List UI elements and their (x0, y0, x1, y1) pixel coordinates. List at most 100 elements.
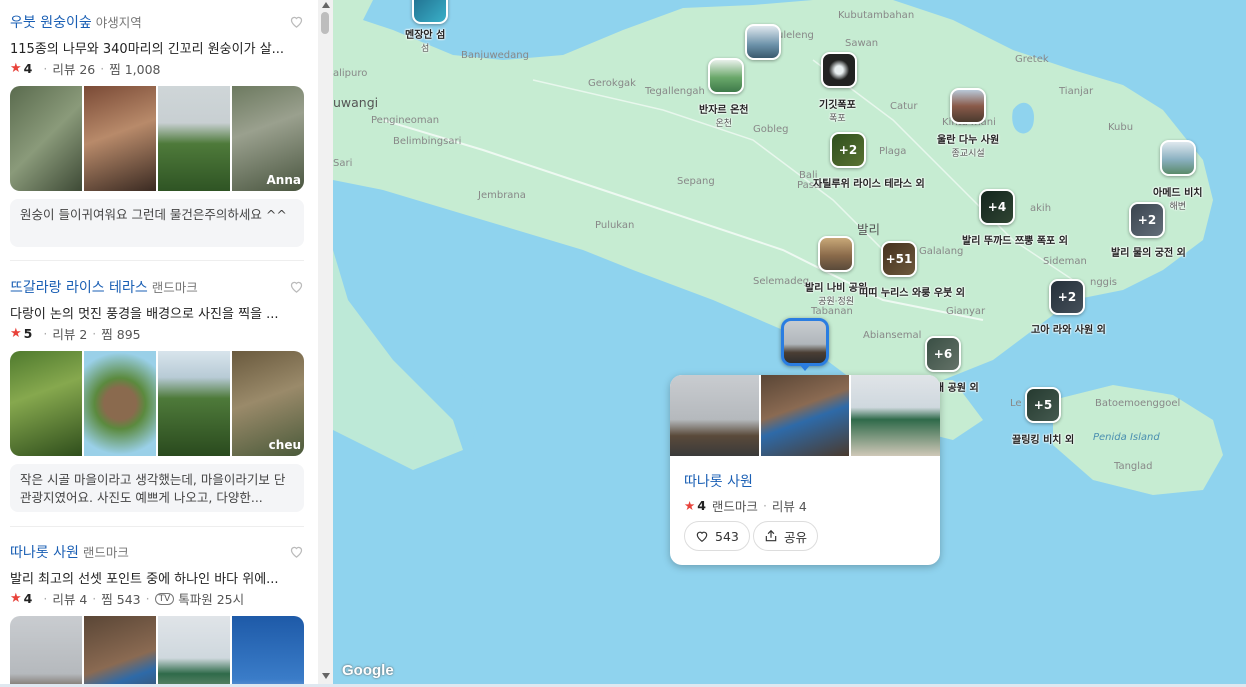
star-icon: ★ (684, 498, 696, 513)
place-card[interactable]: 뜨갈라랑 라이스 테라스 랜드마크 다랑이 논의 멋진 풍경을 배경으로 사진을 … (0, 265, 318, 525)
map-pin[interactable] (708, 58, 744, 94)
star-icon: ★ (10, 591, 22, 606)
place-description: 115종의 나무와 340마리의 긴꼬리 원숭이가 살... (10, 42, 285, 57)
map-label: Selemadeg (753, 276, 810, 287)
place-popup[interactable]: 따나롯 사원 ★ 4 랜드마크 · 리뷰 4 543 공유 (670, 375, 940, 565)
pin-label: 반자르 온천 온천 (699, 105, 749, 129)
divider (10, 526, 304, 527)
map-label: Pulukan (595, 220, 635, 231)
like-count: 543 (715, 528, 739, 544)
cluster-count: +2 (1051, 281, 1083, 313)
like-button[interactable]: 543 (684, 521, 750, 551)
photo-thumb[interactable] (851, 375, 940, 456)
map-pin[interactable] (821, 52, 857, 88)
save-count: 찜 895 (101, 327, 141, 342)
scrollbar[interactable] (318, 0, 333, 687)
map-pin[interactable] (818, 236, 854, 272)
review-snippet[interactable]: 작은 시골 마을이라고 생각했는데, 마을이라기보 단 관광지였어요. 사진도 … (10, 464, 304, 512)
popup-meta: ★ 4 랜드마크 · 리뷰 4 (684, 498, 807, 514)
place-card[interactable]: 우붓 원숭이숲 야생지역 115종의 나무와 340마리의 긴꼬리 원숭이가 살.… (0, 0, 318, 260)
rating-score: 4 (697, 498, 706, 513)
map-pin[interactable]: +4 (979, 189, 1015, 225)
share-label: 공유 (784, 529, 808, 545)
place-category: 야생지역 (95, 15, 142, 30)
scroll-down-icon[interactable] (322, 673, 330, 679)
tv-show: 톡파원 25시 (178, 592, 245, 607)
photo-thumb[interactable] (10, 616, 82, 687)
map-pin[interactable]: +51 (881, 241, 917, 277)
map-label: Tabanan (811, 306, 853, 317)
photo-strip[interactable] (10, 616, 304, 687)
place-meta: ★ 4 · 리뷰 4 · 찜 543 · TV 톡파원 25시 (10, 591, 245, 607)
photo-thumb[interactable] (10, 86, 82, 191)
map-pin[interactable]: +5 (1025, 387, 1061, 423)
place-name[interactable]: 따나롯 사원 (10, 545, 79, 561)
photo-thumb[interactable] (232, 616, 304, 687)
map-view[interactable]: Kubutambahan Sawan Gretek Tianjar Kubu u… (333, 0, 1246, 687)
map-label: nggis (1090, 277, 1118, 288)
pin-label: 띠띠 누리스 와룽 우붓 외 (859, 288, 965, 299)
place-category: 랜드마크 (82, 545, 129, 560)
map-label: Kubu (1108, 122, 1134, 133)
map-pin[interactable]: +2 (1129, 202, 1165, 238)
review-count: 리뷰 4 (52, 592, 88, 607)
map-label: Gobleg (753, 124, 789, 135)
heart-icon[interactable] (289, 14, 304, 29)
map-pin[interactable] (1160, 140, 1196, 176)
popup-photos[interactable] (670, 375, 940, 456)
map-label: Le (1010, 398, 1022, 409)
photo-thumb[interactable] (760, 375, 850, 456)
map-pin[interactable]: +2 (1049, 279, 1085, 315)
photo-thumb[interactable] (10, 351, 82, 456)
place-name[interactable]: 우붓 원숭이숲 (10, 15, 92, 31)
map-label: Tegallengah (645, 86, 705, 97)
popup-title[interactable]: 따나롯 사원 (684, 471, 753, 491)
pin-label: 고아 라와 사원 외 (1031, 325, 1106, 336)
photo-thumb[interactable] (158, 86, 230, 191)
rating-score: 5 (23, 326, 33, 341)
map-pin[interactable] (950, 88, 986, 124)
scroll-up-icon[interactable] (322, 2, 330, 8)
photo-thumb[interactable]: Anna (232, 86, 304, 191)
map-label: Kubutambahan (838, 10, 915, 21)
map-pin[interactable]: +6 (925, 336, 961, 372)
heart-icon[interactable] (289, 544, 304, 559)
scroll-thumb[interactable] (321, 12, 329, 34)
photo-thumb[interactable] (84, 351, 156, 456)
place-title[interactable]: 뜨갈라랑 라이스 테라스 랜드마크 (10, 277, 198, 297)
map-label: Banjuwedang (461, 50, 529, 61)
photo-thumb[interactable]: cheu (232, 351, 304, 456)
photo-thumb[interactable] (84, 86, 156, 191)
pin-label: 발리 나비 공원 공원·정원 (805, 283, 868, 307)
heart-icon[interactable] (289, 279, 304, 294)
place-category: 랜드마크 (151, 280, 198, 295)
map-pin[interactable]: +2 (830, 132, 866, 168)
place-description: 다랑이 논의 멋진 풍경을 배경으로 사진을 찍을 ... (10, 307, 279, 322)
review-snippet[interactable]: 원숭이 들이귀여워요 그런데 물건은주의하세요 ^^ (10, 199, 304, 247)
map-pin[interactable] (412, 0, 448, 24)
map-label: Belimbingsari (393, 136, 462, 147)
map-label: Batoemoenggoel (1095, 398, 1181, 409)
map-label: Plaga (879, 146, 907, 157)
place-title[interactable]: 우붓 원숭이숲 야생지역 (10, 12, 142, 32)
selected-pin[interactable] (781, 318, 829, 366)
photo-strip[interactable]: cheu (10, 351, 304, 456)
pin-label: 울란 다누 사원 종교시설 (937, 135, 1000, 159)
place-card[interactable]: 따나롯 사원 랜드마크 발리 최고의 선셋 포인트 중에 하나인 바다 위에...… (0, 530, 318, 687)
map-pin[interactable] (745, 24, 781, 60)
photo-thumb[interactable] (670, 375, 759, 456)
photo-thumb[interactable] (158, 351, 230, 456)
cluster-count: +2 (832, 134, 864, 166)
photo-thumb[interactable] (158, 616, 230, 687)
share-button[interactable]: 공유 (753, 521, 819, 551)
map-label: uleleng (777, 30, 814, 41)
photo-strip[interactable]: Anna (10, 86, 304, 191)
place-name[interactable]: 뜨갈라랑 라이스 테라스 (10, 280, 148, 296)
cluster-count: +5 (1027, 389, 1059, 421)
map-label: Pengineoman (371, 115, 440, 126)
map-label: Sideman (1043, 256, 1087, 267)
review-count: 리뷰 4 (771, 499, 807, 514)
photo-thumb[interactable] (84, 616, 156, 687)
map-label: Galalang (919, 246, 964, 257)
place-title[interactable]: 따나롯 사원 랜드마크 (10, 542, 129, 562)
